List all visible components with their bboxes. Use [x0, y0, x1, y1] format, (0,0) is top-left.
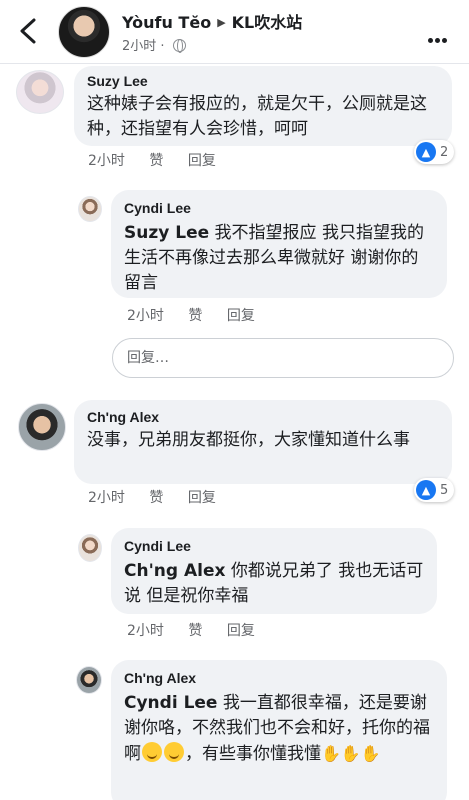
commenter-avatar[interactable] [16, 70, 64, 114]
commenter-avatar[interactable] [76, 666, 102, 694]
comment-actions: 2小时 赞 回复 [127, 305, 275, 325]
like-button[interactable]: 赞 [149, 153, 163, 169]
meta-separator: · [160, 39, 165, 54]
comment-bubble: Ch'ng Alex Cyndi Lee 我一直都很幸福，还是要谢谢你咯，不然我… [111, 660, 447, 800]
comment-time[interactable]: 2小时 [127, 623, 164, 639]
clapping-hands-icon: ✋✋✋ [321, 744, 381, 763]
comment-bubble: Cyndi Lee Ch'ng Alex 你都说兄弟了 我也无话可说 但是祝你幸… [111, 528, 437, 614]
comment-time[interactable]: 2小时 [88, 490, 125, 506]
comment-bubble: Cyndi Lee Suzy Lee 我不指望报应 我只指望我的生活不再像过去那… [111, 190, 447, 298]
reaction-count-badge[interactable]: ▲ 2 [414, 140, 455, 164]
smiling-emoji-icon [142, 742, 162, 762]
commenter-name[interactable]: Ch'ng Alex [87, 408, 439, 426]
reply-button[interactable]: 回复 [227, 623, 255, 639]
post-header: Yòufu Tĕo ▶ KL吹水站 2小时 · [0, 0, 469, 64]
reaction-count: 5 [440, 482, 449, 498]
commenter-avatar[interactable] [78, 196, 102, 222]
commenter-avatar[interactable] [78, 534, 102, 562]
reply-button[interactable]: 回复 [227, 308, 255, 324]
comment-bubble: Suzy Lee 这种婊子会有报应的，就是欠干，公厕就是这种，还指望有人会珍惜，… [74, 66, 452, 146]
reply-button[interactable]: 回复 [188, 490, 216, 506]
arrow-right-icon: ▶ [217, 16, 226, 29]
commenter-name[interactable]: Ch'ng Alex [124, 669, 434, 687]
author-name[interactable]: Yòufu Tĕo [122, 13, 211, 32]
comment-bubble: Ch'ng Alex 没事，兄弟朋友都挺你，大家懂知道什么事 [74, 400, 452, 484]
post-title[interactable]: Yòufu Tĕo ▶ KL吹水站 [122, 9, 302, 33]
comment-text: 没事，兄弟朋友都挺你，大家懂知道什么事 [87, 430, 410, 450]
comment-text: Suzy Lee 我不指望报应 我只指望我的生活不再像过去那么卑微就好 谢谢你的… [124, 221, 434, 296]
commenter-name[interactable]: Suzy Lee [87, 72, 439, 90]
comment-text: 这种婊子会有报应的，就是欠干，公厕就是这种，还指望有人会珍惜，呵呵 [87, 94, 427, 139]
back-arrow-icon[interactable] [14, 14, 42, 48]
like-button[interactable]: 赞 [188, 623, 202, 639]
mention-link[interactable]: Suzy Lee [124, 223, 209, 243]
comment-actions: 2小时 赞 回复 [127, 620, 275, 640]
like-icon: ▲ [416, 142, 436, 162]
post-meta: 2小时 · [122, 35, 186, 54]
like-button[interactable]: 赞 [149, 490, 163, 506]
comment-body-end: ，有些事你懂我懂 [185, 744, 321, 764]
reaction-count: 2 [440, 144, 449, 160]
comment-time[interactable]: 2小时 [127, 308, 164, 324]
reply-input[interactable]: 回复… [112, 338, 454, 378]
mention-link[interactable]: Cyndi Lee [124, 693, 217, 713]
comment-text: Ch'ng Alex 你都说兄弟了 我也无话可说 但是祝你幸福 [124, 559, 424, 609]
like-button[interactable]: 赞 [188, 308, 202, 324]
comment-actions: 2小时 赞 回复 [88, 487, 236, 507]
smiling-emoji-icon [164, 742, 184, 762]
more-options-icon[interactable] [428, 28, 452, 43]
like-icon: ▲ [416, 480, 436, 500]
comment-text: Cyndi Lee 我一直都很幸福，还是要谢谢你咯，不然我们也不会和好，托你的福… [124, 691, 434, 767]
mention-link[interactable]: Ch'ng Alex [124, 561, 225, 581]
comment-time[interactable]: 2小时 [88, 153, 125, 169]
commenter-name[interactable]: Cyndi Lee [124, 537, 424, 555]
globe-icon [172, 39, 186, 53]
group-name[interactable]: KL吹水站 [232, 13, 303, 32]
post-time[interactable]: 2小时 [122, 39, 156, 54]
commenter-name[interactable]: Cyndi Lee [124, 199, 434, 217]
comment-actions: 2小时 赞 回复 [88, 150, 236, 170]
reaction-count-badge[interactable]: ▲ 5 [414, 478, 455, 502]
author-avatar[interactable] [58, 6, 110, 58]
reply-button[interactable]: 回复 [188, 153, 216, 169]
commenter-avatar[interactable] [18, 403, 66, 451]
